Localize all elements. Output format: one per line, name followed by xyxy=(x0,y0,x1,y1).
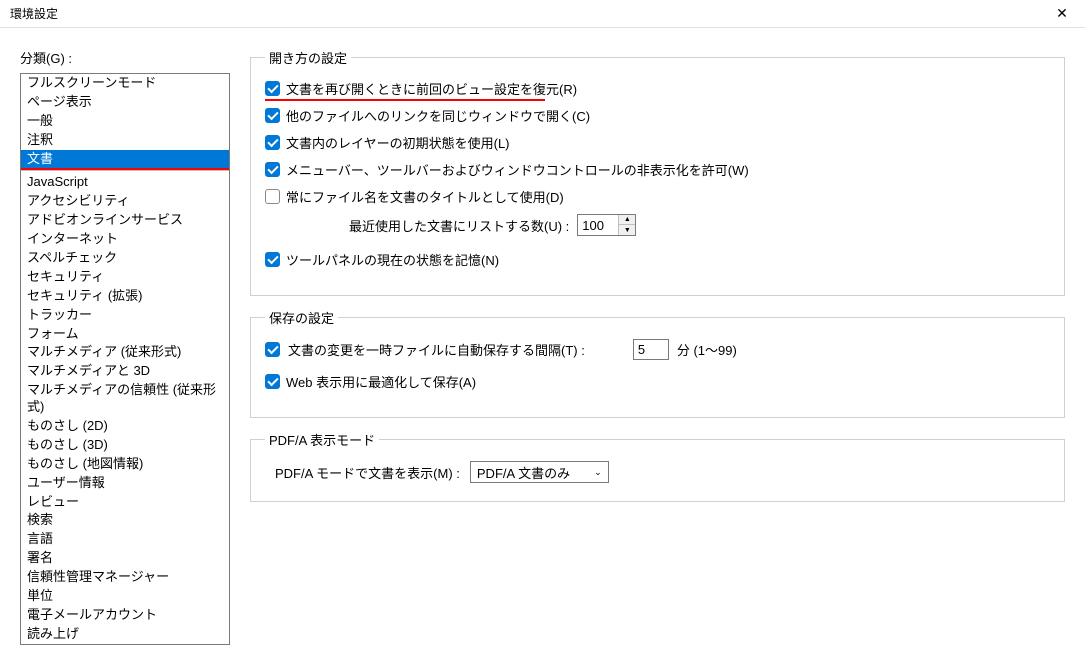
title-bar: 環境設定 ✕ xyxy=(0,0,1085,28)
pdfa-mode-label: PDF/A モードで文書を表示(M) : xyxy=(275,463,460,482)
pdfa-mode-select[interactable]: PDF/A 文書のみ ⌄ xyxy=(470,461,609,483)
category-item[interactable]: 言語 xyxy=(21,530,229,549)
recent-docs-row: 最近使用した文書にリストする数(U) : ▲ ▼ xyxy=(349,214,1050,236)
category-item[interactable]: 読み上げ xyxy=(21,625,229,644)
category-item[interactable]: セキュリティ (拡張) xyxy=(21,287,229,306)
category-item[interactable]: 文書 xyxy=(21,150,229,169)
main-panel: 開き方の設定 文書を再び開くときに前回のビュー設定を復元(R) 他のファイルへの… xyxy=(250,48,1065,645)
category-item[interactable]: マルチメディアと 3D xyxy=(21,362,229,381)
tool-panel-label[interactable]: ツールパネルの現在の状態を記憶(N) xyxy=(286,250,499,269)
category-item[interactable]: 署名 xyxy=(21,549,229,568)
category-item[interactable]: 信頼性管理マネージャー xyxy=(21,568,229,587)
category-item[interactable]: フルスクリーンモード xyxy=(21,74,229,93)
tool-panel-checkbox[interactable] xyxy=(265,252,280,267)
autosave-checkbox[interactable] xyxy=(265,342,280,357)
category-item[interactable]: マルチメディアの信頼性 (従来形式) xyxy=(21,381,229,417)
category-item[interactable]: ページ表示 xyxy=(21,93,229,112)
category-item[interactable]: ユーザー情報 xyxy=(21,474,229,493)
restore-view-label[interactable]: 文書を再び開くときに前回のビュー設定を復元(R) xyxy=(286,79,577,98)
restore-view-row: 文書を再び開くときに前回のビュー設定を復元(R) xyxy=(265,79,1050,98)
category-item[interactable]: インターネット xyxy=(21,230,229,249)
recent-docs-spinner: ▲ ▼ xyxy=(618,215,635,235)
window-title: 環境設定 xyxy=(10,5,58,22)
allow-hide-row: メニューバー、ツールバーおよびウィンドウコントロールの非表示化を許可(W) xyxy=(265,160,1050,179)
web-optimize-row: Web 表示用に最適化して保存(A) xyxy=(265,372,1050,391)
recent-docs-input-wrap: ▲ ▼ xyxy=(577,214,636,236)
save-settings-legend: 保存の設定 xyxy=(265,308,338,327)
category-item[interactable]: ものさし (地図情報) xyxy=(21,455,229,474)
category-item[interactable]: セキュリティ xyxy=(21,268,229,287)
web-optimize-checkbox[interactable] xyxy=(265,374,280,389)
category-item[interactable]: 単位 xyxy=(21,587,229,606)
same-window-checkbox[interactable] xyxy=(265,108,280,123)
allow-hide-checkbox[interactable] xyxy=(265,162,280,177)
autosave-row: 文書の変更を一時ファイルに自動保存する間隔(T) : 分 (1～99) xyxy=(265,339,1050,360)
filename-title-label[interactable]: 常にファイル名を文書のタイトルとして使用(D) xyxy=(286,187,564,206)
category-item[interactable]: 一般 xyxy=(21,112,229,131)
allow-hide-label[interactable]: メニューバー、ツールバーおよびウィンドウコントロールの非表示化を許可(W) xyxy=(286,160,749,179)
category-item[interactable]: フォーム xyxy=(21,325,229,344)
sidebar: 分類(G) : フルスクリーンモードページ表示一般注釈文書JavaScriptア… xyxy=(20,48,230,645)
autosave-interval-input[interactable] xyxy=(633,339,669,360)
filename-title-row: 常にファイル名を文書のタイトルとして使用(D) xyxy=(265,187,1050,206)
category-item[interactable]: トラッカー xyxy=(21,306,229,325)
category-divider xyxy=(21,170,229,171)
category-item[interactable]: 注釈 xyxy=(21,131,229,150)
close-icon: ✕ xyxy=(1056,5,1068,22)
recent-docs-label: 最近使用した文書にリストする数(U) : xyxy=(349,216,569,235)
category-item[interactable]: レビュー xyxy=(21,493,229,512)
category-item[interactable]: JavaScript xyxy=(21,173,229,192)
pdfa-settings-group: PDF/A 表示モード PDF/A モードで文書を表示(M) : PDF/A 文… xyxy=(250,430,1065,502)
category-item[interactable]: 検索 xyxy=(21,511,229,530)
layer-state-checkbox[interactable] xyxy=(265,135,280,150)
category-list[interactable]: フルスクリーンモードページ表示一般注釈文書 JavaScriptアクセシビリティア… xyxy=(20,73,230,645)
tool-panel-row: ツールパネルの現在の状態を記憶(N) xyxy=(265,250,1050,269)
chevron-down-icon: ⌄ xyxy=(594,467,602,478)
category-item[interactable]: 電子メールアカウント xyxy=(21,606,229,625)
open-settings-group: 開き方の設定 文書を再び開くときに前回のビュー設定を復元(R) 他のファイルへの… xyxy=(250,48,1065,296)
category-item[interactable]: アクセシビリティ xyxy=(21,192,229,211)
same-window-label[interactable]: 他のファイルへのリンクを同じウィンドウで開く(C) xyxy=(286,106,590,125)
autosave-unit-label: 分 (1～99) xyxy=(677,340,737,359)
save-settings-group: 保存の設定 文書の変更を一時ファイルに自動保存する間隔(T) : 分 (1～99… xyxy=(250,308,1065,418)
filename-title-checkbox[interactable] xyxy=(265,189,280,204)
restore-view-checkbox[interactable] xyxy=(265,81,280,96)
open-settings-legend: 開き方の設定 xyxy=(265,48,351,67)
spinner-up[interactable]: ▲ xyxy=(619,215,635,225)
pdfa-mode-value: PDF/A 文書のみ xyxy=(477,463,570,482)
category-item[interactable]: マルチメディア (従来形式) xyxy=(21,343,229,362)
close-button[interactable]: ✕ xyxy=(1039,0,1085,28)
category-item[interactable]: スペルチェック xyxy=(21,249,229,268)
web-optimize-label[interactable]: Web 表示用に最適化して保存(A) xyxy=(286,372,476,391)
category-label: 分類(G) : xyxy=(20,48,230,67)
content-area: 分類(G) : フルスクリーンモードページ表示一般注釈文書JavaScriptア… xyxy=(0,28,1085,655)
category-item[interactable]: アドビオンラインサービス xyxy=(21,211,229,230)
spinner-down[interactable]: ▼ xyxy=(619,225,635,235)
pdfa-settings-legend: PDF/A 表示モード xyxy=(265,430,379,449)
pdfa-mode-row: PDF/A モードで文書を表示(M) : PDF/A 文書のみ ⌄ xyxy=(275,461,1050,483)
layer-state-label[interactable]: 文書内のレイヤーの初期状態を使用(L) xyxy=(286,133,510,152)
layer-state-row: 文書内のレイヤーの初期状態を使用(L) xyxy=(265,133,1050,152)
same-window-row: 他のファイルへのリンクを同じウィンドウで開く(C) xyxy=(265,106,1050,125)
category-item[interactable]: ものさし (2D) xyxy=(21,417,229,436)
category-item[interactable]: ものさし (3D) xyxy=(21,436,229,455)
recent-docs-input[interactable] xyxy=(578,215,618,235)
autosave-label[interactable]: 文書の変更を一時ファイルに自動保存する間隔(T) : xyxy=(288,340,585,359)
